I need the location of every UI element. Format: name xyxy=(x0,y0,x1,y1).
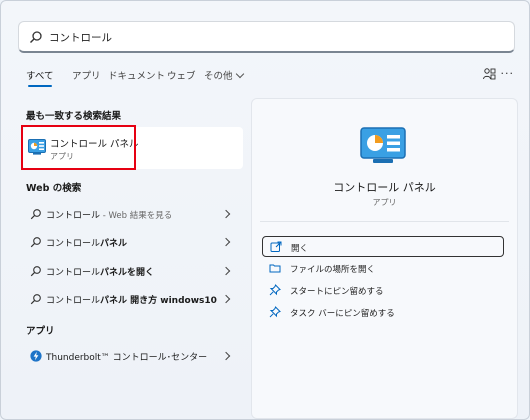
highlight-box xyxy=(21,125,136,170)
account-switch-icon[interactable] xyxy=(482,67,496,81)
web-result-item[interactable]: コントロールパネル xyxy=(26,231,241,253)
tab-other-label: その他 xyxy=(204,71,233,82)
web-result-text: コントロール xyxy=(46,296,101,306)
web-result-text: コントロール xyxy=(46,268,101,278)
pin-to-taskbar-label: タスク バーにピン留めする xyxy=(290,309,395,319)
open-file-location-label: ファイルの場所を開く xyxy=(290,265,376,275)
search-box[interactable]: コントロール xyxy=(18,21,515,53)
chevron-down-icon xyxy=(235,69,244,79)
chevron-right-icon xyxy=(221,266,231,276)
web-result-text: コントロール xyxy=(46,211,101,221)
search-input[interactable]: コントロール xyxy=(49,30,112,45)
search-window: コントロール すべて アプリ ドキュメント ウェブ その他 ··· 最も一致する… xyxy=(0,0,530,420)
details-panel: コントロール パネル アプリ 開く ファイルの場所を開く スタートにピン留めする xyxy=(251,98,518,419)
web-result-text: コントロール xyxy=(46,239,101,249)
details-title: コントロール パネル xyxy=(333,181,436,194)
app-result-label: Thunderbolt™ コントロール･センター xyxy=(46,353,208,363)
control-panel-icon xyxy=(360,127,406,163)
pin-to-start-action[interactable]: スタートにピン留めする xyxy=(262,280,504,301)
search-icon xyxy=(30,237,41,248)
web-result-completion: パネル 開き方 windows10 xyxy=(100,296,217,306)
web-result-item[interactable]: コントロール - Web 結果を見る xyxy=(26,203,241,225)
search-icon xyxy=(30,209,41,220)
chevron-right-icon xyxy=(221,209,231,219)
web-result-completion: パネル xyxy=(100,239,128,249)
open-action[interactable]: 開く xyxy=(262,236,504,257)
more-options-icon[interactable]: ··· xyxy=(501,68,515,79)
chevron-right-icon xyxy=(221,294,231,304)
tab-apps[interactable]: アプリ xyxy=(72,68,101,82)
web-result-hint: - Web 結果を見る xyxy=(100,211,173,221)
pin-to-taskbar-action[interactable]: タスク バーにピン留めする xyxy=(262,302,504,323)
chevron-right-icon xyxy=(221,237,231,247)
open-icon xyxy=(270,241,282,252)
details-subtitle: アプリ xyxy=(372,198,397,207)
pin-to-start-label: スタートにピン留めする xyxy=(290,287,384,297)
web-result-item[interactable]: コントロールパネル 開き方 windows10 xyxy=(26,288,241,310)
folder-icon xyxy=(269,264,281,273)
tab-all[interactable]: すべて xyxy=(26,68,53,82)
search-icon xyxy=(30,266,41,277)
tab-web[interactable]: ウェブ xyxy=(167,68,196,82)
chevron-right-icon xyxy=(221,351,231,361)
apps-heading: アプリ xyxy=(26,326,55,337)
web-result-completion: パネルを開く xyxy=(100,268,155,278)
pin-icon xyxy=(269,306,281,318)
web-result-item[interactable]: コントロールパネルを開く xyxy=(26,260,241,282)
open-action-label: 開く xyxy=(291,244,309,254)
divider xyxy=(260,221,509,222)
tab-other[interactable]: その他 xyxy=(204,68,244,82)
web-search-heading: Web の検索 xyxy=(26,183,82,194)
open-file-location-action[interactable]: ファイルの場所を開く xyxy=(262,258,504,279)
tab-documents[interactable]: ドキュメント xyxy=(108,68,165,82)
pin-icon xyxy=(269,284,281,296)
search-icon xyxy=(30,294,41,305)
thunderbolt-icon xyxy=(30,350,42,362)
best-match-heading: 最も一致する検索結果 xyxy=(26,111,122,122)
search-icon xyxy=(30,31,42,43)
active-tab-indicator xyxy=(28,85,52,87)
app-result-item[interactable]: Thunderbolt™ コントロール･センター xyxy=(26,345,241,367)
